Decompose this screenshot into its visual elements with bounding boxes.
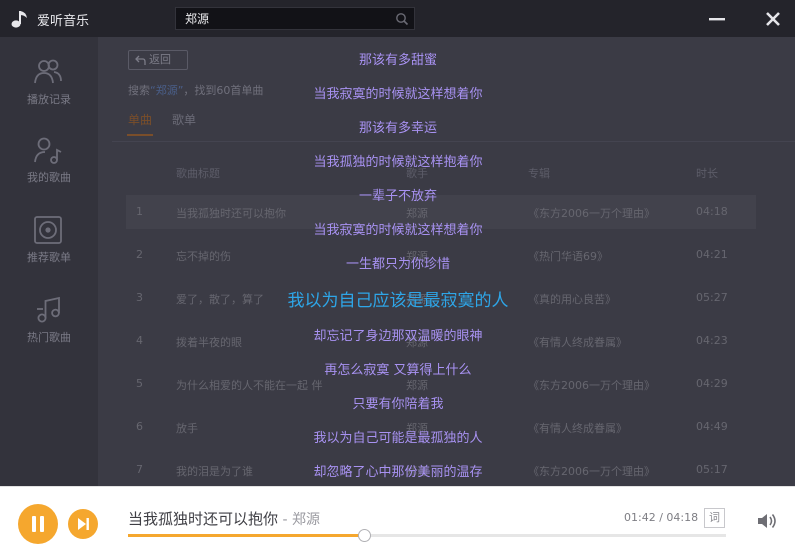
- column-header-duration: 时长: [696, 167, 718, 180]
- user-music-icon: [34, 137, 62, 164]
- search-box[interactable]: [175, 7, 415, 30]
- sidebar-item-label: 热门歌曲: [27, 331, 71, 344]
- minimize-icon[interactable]: [707, 10, 727, 28]
- cell-album: 《东方2006一万个理由》: [528, 379, 655, 392]
- now-playing-title: 当我孤独时还可以抱你: [128, 510, 279, 528]
- cell-duration: 05:17: [696, 463, 728, 476]
- pause-icon: [40, 516, 44, 532]
- sidebar-item-hot-songs[interactable]: 热门歌曲: [0, 295, 98, 365]
- lyric-line: 再怎么寂寞 又算得上什么: [324, 363, 472, 378]
- lyric-line: 当我寂寞的时候就这样想着你: [313, 87, 483, 102]
- title-bar: 爱听音乐: [0, 0, 795, 37]
- cell-num: 1: [136, 205, 143, 218]
- cell-duration: 04:29: [696, 377, 728, 390]
- sidebar-item-label: 推荐歌单: [27, 251, 71, 264]
- music-note-logo-icon: [11, 11, 27, 28]
- cell-duration: 04:21: [696, 248, 728, 261]
- progress-bar[interactable]: [128, 529, 726, 542]
- lyric-line: 只要有你陪着我: [352, 397, 444, 412]
- volume-icon[interactable]: [756, 511, 778, 531]
- pause-icon: [32, 516, 36, 532]
- lyric-line: 当我孤独的时候就这样抱着你: [313, 155, 483, 170]
- search-input[interactable]: [176, 8, 391, 29]
- disc-icon: [34, 216, 62, 244]
- playback-time: 01:42 / 04:18: [624, 511, 699, 524]
- cell-title: 为什么相爱的人不能在一起 伴: [176, 379, 323, 392]
- close-icon[interactable]: [762, 8, 784, 30]
- sidebar-item-label: 我的歌曲: [27, 171, 71, 184]
- sidebar-item-play-history[interactable]: 播放记录: [0, 57, 98, 127]
- lyric-line: 一辈子不放弃: [358, 189, 437, 204]
- lyric-line: 一生都只为你珍惜: [345, 257, 450, 272]
- next-button[interactable]: [68, 509, 98, 539]
- cell-num: 5: [136, 377, 143, 390]
- search-icon[interactable]: [395, 12, 409, 26]
- now-playing-artist: - 郑源: [278, 512, 320, 528]
- lyric-line: 却忘记了身边那双温暖的眼神: [313, 329, 483, 344]
- sidebar-item-label: 播放记录: [27, 93, 71, 106]
- lyric-line: 却忽略了心中那份美丽的温存: [313, 465, 483, 480]
- lyric-line: 那该有多幸运: [358, 121, 437, 136]
- now-playing: 当我孤独时还可以抱你 - 郑源: [128, 508, 320, 529]
- lyric-line-current: 我以为自己应该是最寂寞的人: [287, 291, 509, 311]
- app-title: 爱听音乐: [37, 14, 90, 29]
- lyric-line: 那该有多甜蜜: [358, 53, 437, 68]
- lyric-line: 我以为自己可能是最孤独的人: [313, 431, 483, 446]
- sidebar: 播放记录 我的歌曲 推荐歌单 热门歌曲: [0, 37, 98, 486]
- sidebar-item-my-songs[interactable]: 我的歌曲: [0, 135, 98, 205]
- divider: [112, 141, 795, 142]
- cell-duration: 04:49: [696, 420, 728, 433]
- cell-duration: 05:27: [696, 291, 728, 304]
- progress-handle[interactable]: [357, 529, 371, 542]
- cell-duration: 04:23: [696, 334, 728, 347]
- cell-duration: 04:18: [696, 205, 728, 218]
- sidebar-item-recommended-playlists[interactable]: 推荐歌单: [0, 215, 98, 285]
- lyric-line: 当我寂寞的时候就这样想着你: [313, 223, 483, 238]
- users-icon: [34, 59, 62, 84]
- progress-fill: [128, 534, 364, 537]
- next-track-icon: [78, 518, 89, 530]
- music-notes-icon: [37, 296, 60, 323]
- lyrics-toggle-button[interactable]: 词: [704, 508, 725, 528]
- player-bar: 当我孤独时还可以抱你 - 郑源 01:42 / 04:18 词: [0, 486, 795, 557]
- cell-artist: 郑源: [406, 379, 428, 392]
- pause-button[interactable]: [18, 504, 58, 544]
